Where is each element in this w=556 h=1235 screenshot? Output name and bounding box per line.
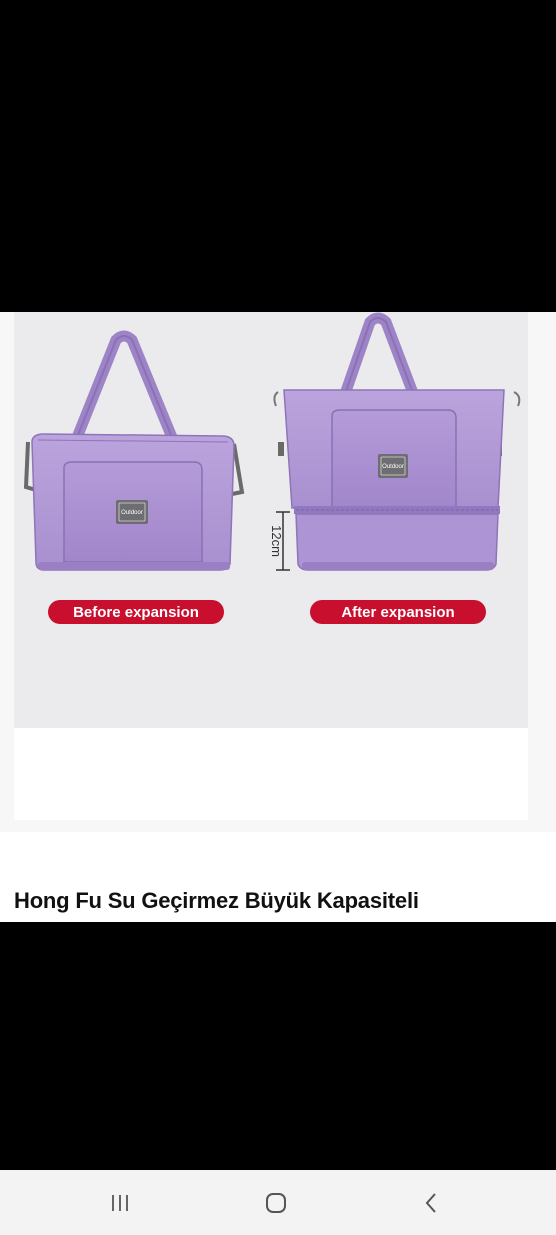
- product-image[interactable]: Outdoor Outdoor 12cm Before expansion Af…: [14, 312, 528, 728]
- phone-screen: Outdoor Outdoor 12cm Before expansion Af…: [0, 0, 556, 1235]
- product-content: Outdoor Outdoor 12cm Before expansion Af…: [0, 312, 556, 922]
- recent-apps-icon: [112, 1194, 128, 1211]
- home-icon: [266, 1192, 286, 1213]
- product-title[interactable]: Hong Fu Su Geçirmez Büyük Kapasiteli: [14, 888, 419, 914]
- recent-apps-button[interactable]: [80, 1170, 160, 1235]
- label-after-pill: After expansion: [310, 600, 486, 624]
- top-black-area: [0, 0, 556, 312]
- back-button[interactable]: [392, 1170, 472, 1235]
- bag-before: Outdoor: [23, 330, 245, 571]
- home-button[interactable]: [236, 1170, 316, 1235]
- label-before-pill: Before expansion: [48, 600, 224, 624]
- brand-patch-after: Outdoor: [382, 464, 404, 470]
- label-after-text: After expansion: [341, 604, 454, 621]
- navigation-bar: [0, 1170, 556, 1235]
- back-icon: [425, 1192, 436, 1213]
- bottom-black-area: [0, 922, 556, 1170]
- label-before-text: Before expansion: [73, 604, 199, 621]
- image-bottom-area: [14, 728, 528, 820]
- brand-patch-before: Outdoor: [121, 510, 143, 516]
- bag-illustration: Outdoor Outdoor 12cm Before expansion Af…: [23, 312, 521, 624]
- dimension-label: 12cm: [269, 525, 284, 557]
- bag-after: Outdoor 12cm: [269, 312, 521, 571]
